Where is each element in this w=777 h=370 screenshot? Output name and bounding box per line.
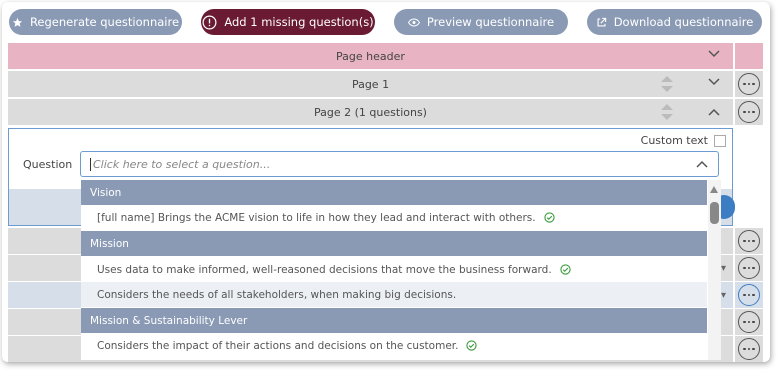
group-label: Vision	[90, 186, 122, 199]
group-header-mission: Mission	[81, 231, 707, 256]
add-missing-questions-button[interactable]: Add 1 missing question(s)	[201, 9, 375, 35]
page-header-side	[735, 43, 763, 69]
more-dots-icon[interactable]	[738, 284, 760, 306]
regenerate-questionnaire-button[interactable]: Regenerate questionnaire	[9, 9, 182, 35]
dropdown-scrollbar[interactable]	[708, 180, 721, 360]
chevron-up-icon[interactable]	[696, 160, 708, 168]
more-dots-icon[interactable]	[738, 230, 760, 252]
question-option[interactable]: Considers the needs of all stakeholders,…	[81, 282, 707, 307]
download-questionnaire-button[interactable]: Download questionnaire	[587, 9, 762, 35]
download-label: Download questionnaire	[613, 15, 754, 29]
group-header-vision: Vision	[81, 180, 707, 205]
question-option[interactable]: Uses data to make informed, well-reasone…	[81, 257, 707, 282]
chevron-down-icon[interactable]: ▾	[721, 290, 726, 301]
preview-label: Preview questionnaire	[426, 15, 555, 29]
external-link-icon	[597, 17, 606, 26]
more-dots-icon[interactable]	[738, 311, 760, 333]
more-dots-icon[interactable]	[738, 73, 760, 95]
question-option[interactable]: Considers the impact of their actions an…	[81, 333, 707, 358]
chevron-down-icon[interactable]	[708, 78, 720, 86]
group-label: Mission & Sustainability Lever	[90, 314, 248, 327]
question-select[interactable]: Click here to select a question...	[80, 151, 719, 177]
option-text: Uses data to make informed, well-reasone…	[97, 263, 552, 276]
preview-questionnaire-button[interactable]: Preview questionnaire	[394, 9, 568, 35]
sort-arrows-icon[interactable]	[660, 101, 674, 123]
custom-text-toggle[interactable]: Custom text	[641, 134, 726, 147]
custom-text-checkbox[interactable]	[714, 134, 726, 147]
option-text: Considers the needs of all stakeholders,…	[97, 288, 457, 301]
row-actions	[735, 282, 763, 308]
row-actions	[735, 309, 763, 335]
row-actions	[735, 336, 763, 362]
question-option[interactable]: [full name] Brings the ACME vision to li…	[81, 205, 707, 230]
questionnaire-editor: Regenerate questionnaire Add 1 missing q…	[2, 2, 770, 362]
page-2-row[interactable]: Page 2 (1 questions)	[8, 99, 733, 125]
eye-icon	[407, 17, 420, 27]
more-dots-icon[interactable]	[738, 101, 760, 123]
custom-text-label: Custom text	[640, 134, 708, 147]
page-1-label: Page 1	[351, 77, 390, 91]
page-2-actions	[735, 99, 763, 125]
chevron-down-icon[interactable]: ▾	[721, 263, 726, 274]
page-2-label: Page 2 (1 questions)	[314, 105, 427, 119]
question-label: Question	[23, 158, 73, 171]
star-icon	[12, 17, 23, 27]
exclamation-circle-icon	[202, 15, 217, 29]
row-actions	[735, 255, 763, 281]
option-text: [full name] Brings the ACME vision to li…	[97, 211, 536, 224]
more-dots-icon[interactable]	[738, 257, 760, 279]
scroll-thumb[interactable]	[710, 202, 719, 224]
sort-arrows-icon[interactable]	[660, 73, 674, 95]
scroll-up-arrow-icon[interactable]	[710, 186, 718, 193]
page-1-actions	[735, 71, 763, 97]
regenerate-label: Regenerate questionnaire	[29, 15, 180, 29]
add-missing-label: Add 1 missing question(s)	[224, 15, 374, 29]
page-header-row[interactable]: Page header	[8, 43, 733, 69]
row-actions	[735, 228, 763, 254]
toolbar: Regenerate questionnaire Add 1 missing q…	[2, 2, 770, 42]
question-dropdown[interactable]: Vision [full name] Brings the ACME visio…	[81, 180, 721, 360]
page-header-label: Page header	[336, 49, 405, 63]
chevron-up-icon[interactable]	[708, 108, 720, 116]
page-1-row[interactable]: Page 1	[8, 71, 733, 97]
option-text: Considers the impact of their actions an…	[97, 339, 459, 352]
more-dots-icon[interactable]	[738, 338, 760, 360]
group-label: Mission	[90, 237, 129, 250]
chevron-down-icon[interactable]	[708, 50, 720, 58]
group-header-mission-sustainability: Mission & Sustainability Lever	[81, 308, 707, 333]
check-circle-icon	[543, 212, 555, 223]
check-circle-icon	[466, 340, 478, 351]
question-placeholder: Click here to select a question...	[90, 157, 270, 171]
check-circle-icon	[560, 264, 571, 275]
